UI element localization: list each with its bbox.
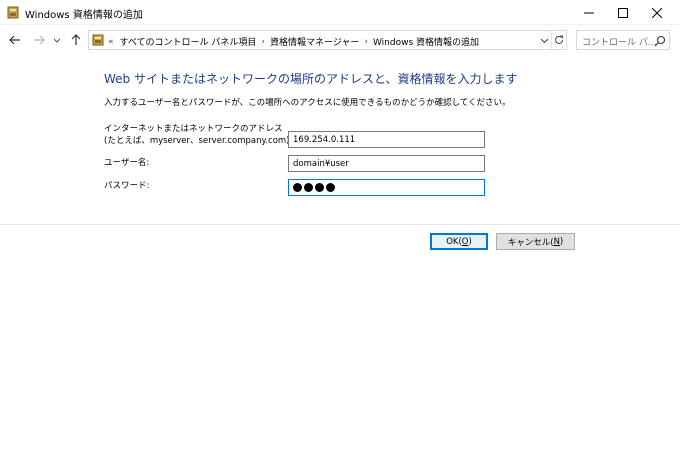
network-address-input[interactable]: 169.254.0.111 bbox=[288, 131, 485, 148]
close-icon bbox=[652, 7, 662, 18]
cancel-button[interactable]: キャンセル(N) bbox=[496, 233, 575, 250]
maximize-icon bbox=[618, 7, 628, 18]
minimize-icon bbox=[584, 12, 594, 13]
address-bar[interactable]: « すべてのコントロール パネル項目 › 資格情報マネージャー › Window… bbox=[88, 30, 567, 50]
window-title: Windows 資格情報の追加 bbox=[25, 10, 143, 21]
breadcrumb-item-add-windows-credential[interactable]: Windows 資格情報の追加 bbox=[373, 35, 479, 48]
page-description: 入力するユーザー名とパスワードが、この場所へのアクセスに使用できるものかどうか確… bbox=[104, 98, 511, 108]
back-button[interactable] bbox=[5, 30, 25, 50]
ok-button-accesskey: O bbox=[461, 236, 469, 247]
arrow-right-icon bbox=[34, 35, 45, 45]
refresh-button[interactable] bbox=[551, 31, 566, 49]
up-button[interactable] bbox=[66, 30, 86, 50]
arrow-left-icon bbox=[9, 35, 20, 45]
password-mask-dot bbox=[326, 183, 335, 192]
chevron-down-icon bbox=[53, 38, 61, 43]
breadcrumb-separator[interactable]: › bbox=[364, 37, 368, 47]
ok-button-label-suffix: ) bbox=[468, 236, 472, 247]
page-heading: Web サイトまたはネットワークの場所のアドレスと、資格情報を入力します bbox=[104, 72, 518, 86]
breadcrumb-separator[interactable]: › bbox=[261, 37, 265, 47]
minimize-button[interactable] bbox=[572, 0, 606, 25]
address-dropdown-button[interactable] bbox=[537, 31, 551, 49]
chevron-down-icon bbox=[540, 38, 548, 43]
ok-button[interactable]: OK(O) bbox=[430, 233, 488, 250]
credential-manager-icon bbox=[92, 34, 104, 46]
password-label: パスワード: bbox=[104, 181, 150, 191]
breadcrumb-item-credential-manager[interactable]: 資格情報マネージャー bbox=[270, 35, 359, 48]
close-button[interactable] bbox=[640, 0, 674, 25]
cancel-button-label-suffix: ) bbox=[559, 236, 564, 247]
arrow-up-icon bbox=[71, 34, 81, 45]
password-mask-dot bbox=[293, 183, 302, 192]
forward-button[interactable] bbox=[29, 30, 49, 50]
username-input[interactable]: domain¥user bbox=[288, 155, 485, 172]
search-input[interactable]: コントロール パ... bbox=[582, 35, 656, 48]
title-bar: Windows 資格情報の追加 bbox=[0, 0, 680, 25]
address-label: インターネットまたはネットワークのアドレス (たとえば、myserver、ser… bbox=[104, 123, 292, 147]
username-label: ユーザー名: bbox=[104, 158, 150, 168]
cancel-button-label-prefix: キャンセル( bbox=[507, 237, 554, 248]
divider bbox=[0, 224, 680, 225]
breadcrumb-overflow[interactable]: « bbox=[108, 37, 114, 47]
address-label-line1: インターネットまたはネットワークのアドレス bbox=[104, 124, 283, 134]
ok-button-label-prefix: OK( bbox=[446, 236, 462, 247]
maximize-button[interactable] bbox=[606, 0, 640, 25]
refresh-icon bbox=[555, 35, 563, 44]
breadcrumb: « すべてのコントロール パネル項目 › 資格情報マネージャー › Window… bbox=[108, 35, 479, 49]
search-icon[interactable] bbox=[654, 35, 666, 47]
recent-locations-button[interactable] bbox=[51, 30, 63, 50]
password-mask-dot bbox=[315, 183, 324, 192]
credential-manager-icon bbox=[7, 6, 19, 19]
password-mask-dot bbox=[304, 183, 313, 192]
address-label-line2: (たとえば、myserver、server.company.com): bbox=[104, 136, 293, 146]
breadcrumb-item-control-panel[interactable]: すべてのコントロール パネル項目 bbox=[120, 35, 257, 48]
password-input[interactable] bbox=[288, 179, 485, 196]
search-box[interactable]: コントロール パ... bbox=[576, 30, 670, 50]
